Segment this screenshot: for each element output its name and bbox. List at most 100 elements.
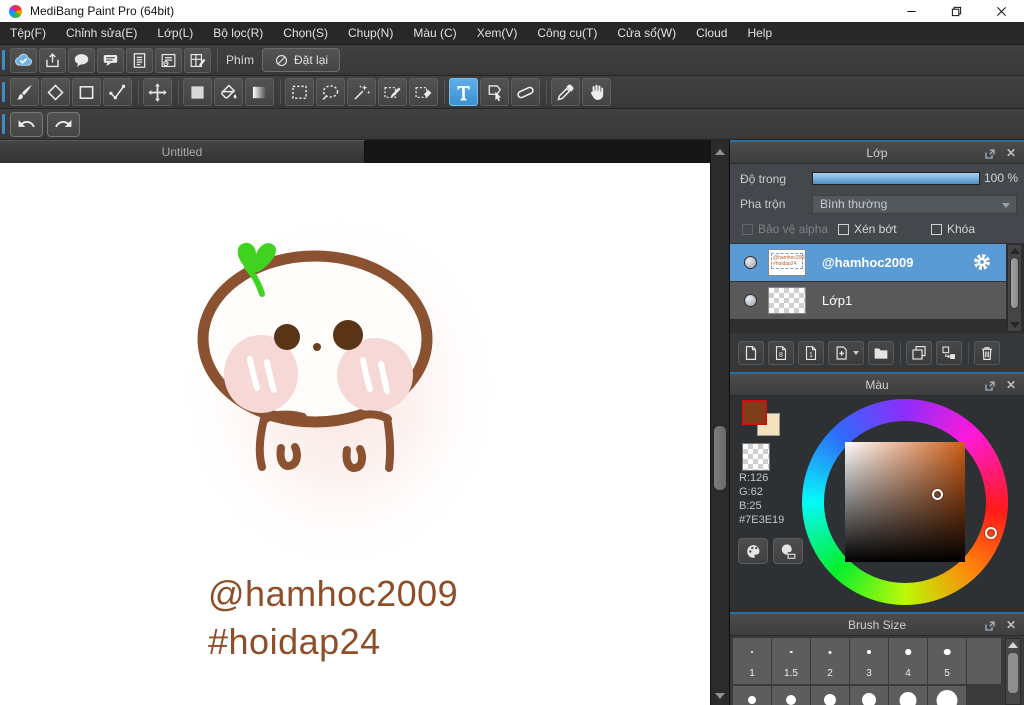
toolbar-grip[interactable] bbox=[2, 50, 5, 70]
undo-button[interactable] bbox=[10, 111, 43, 137]
publish-button[interactable] bbox=[39, 47, 66, 73]
select-lasso-tool[interactable] bbox=[316, 78, 345, 106]
scroll-down-icon[interactable] bbox=[715, 693, 725, 699]
opacity-slider[interactable] bbox=[812, 172, 980, 185]
menu-item-1[interactable]: Tệp(F) bbox=[0, 22, 56, 45]
canvas-vertical-scrollbar[interactable] bbox=[710, 140, 730, 705]
document-button[interactable] bbox=[126, 47, 153, 73]
object-select-tool[interactable] bbox=[480, 78, 509, 106]
scrollbar-thumb[interactable] bbox=[1010, 257, 1019, 309]
menu-item-7[interactable]: Màu (C) bbox=[403, 22, 466, 45]
brush-size-cell[interactable] bbox=[928, 686, 966, 705]
rectangle-tool[interactable] bbox=[72, 78, 101, 106]
saturation-value-square[interactable] bbox=[845, 442, 965, 562]
curve-tool[interactable] bbox=[103, 78, 132, 106]
layer-row[interactable]: Lớp1 bbox=[730, 282, 1006, 319]
transparent-color-swatch[interactable] bbox=[742, 443, 770, 471]
scroll-up-icon[interactable] bbox=[1010, 248, 1020, 254]
clipping-checkbox[interactable]: Xén bớt bbox=[838, 222, 897, 236]
magic-wand-tool[interactable] bbox=[347, 78, 376, 106]
popout-icon[interactable] bbox=[984, 147, 996, 159]
cloud-sync-button[interactable] bbox=[10, 47, 37, 73]
layer-settings-gear-icon[interactable] bbox=[972, 252, 992, 272]
brush-size-cell[interactable] bbox=[811, 686, 849, 705]
layer-visibility-dot[interactable] bbox=[744, 294, 757, 307]
restore-button[interactable] bbox=[934, 0, 979, 22]
delete-layer-button[interactable] bbox=[974, 341, 1000, 365]
move-tool[interactable] bbox=[143, 78, 172, 106]
toolbar-grip[interactable] bbox=[2, 114, 5, 134]
divide-tool[interactable] bbox=[511, 78, 540, 106]
close-panel-icon[interactable]: ✕ bbox=[1006, 374, 1016, 396]
comic-panel-button[interactable] bbox=[184, 47, 211, 73]
layer-1bit-button[interactable]: 1 bbox=[798, 341, 824, 365]
brush-size-cell[interactable]: 5 bbox=[928, 638, 966, 684]
document-tab[interactable]: Untitled bbox=[0, 140, 365, 163]
brush-size-cell[interactable] bbox=[772, 686, 810, 705]
menu-item-9[interactable]: Công cụ(T) bbox=[527, 22, 607, 45]
menu-item-8[interactable]: Xem(V) bbox=[467, 22, 528, 45]
brush-size-cell[interactable]: 2 bbox=[811, 638, 849, 684]
lock-checkbox[interactable]: Khóa bbox=[931, 222, 975, 236]
scroll-up-icon[interactable] bbox=[715, 149, 725, 155]
layer-list-scrollbar[interactable] bbox=[1007, 244, 1022, 332]
menu-item-3[interactable]: Lớp(L) bbox=[147, 22, 203, 45]
menu-item-10[interactable]: Cửa sổ(W) bbox=[607, 22, 686, 45]
reset-button[interactable]: Đặt lại bbox=[262, 48, 341, 72]
select-pen-tool[interactable] bbox=[378, 78, 407, 106]
brush-scrollbar[interactable] bbox=[1005, 638, 1021, 705]
layer-visibility-dot[interactable] bbox=[744, 256, 757, 269]
palette-button[interactable] bbox=[738, 538, 768, 564]
comment-round-button[interactable] bbox=[68, 47, 95, 73]
layer-row[interactable]: @hamhoc2009 #hoidap24 @hamhoc2009 bbox=[730, 244, 1006, 281]
hue-cursor[interactable] bbox=[985, 527, 997, 539]
menu-item-12[interactable]: Help bbox=[737, 22, 782, 45]
new-layer-button[interactable] bbox=[738, 341, 764, 365]
toolbar-grip[interactable] bbox=[2, 82, 5, 102]
menu-item-2[interactable]: Chỉnh sửa(E) bbox=[56, 22, 147, 45]
select-eraser-tool[interactable] bbox=[409, 78, 438, 106]
brush-size-cell[interactable]: 3 bbox=[850, 638, 888, 684]
scrollbar-thumb[interactable] bbox=[713, 425, 727, 491]
folder-button[interactable] bbox=[868, 341, 894, 365]
brush-size-cell[interactable]: 1 bbox=[733, 638, 771, 684]
close-panel-icon[interactable]: ✕ bbox=[1006, 142, 1016, 164]
brush-size-cell[interactable] bbox=[889, 686, 927, 705]
text-tool[interactable] bbox=[449, 78, 478, 106]
eyedropper-tool[interactable] bbox=[551, 78, 580, 106]
popout-icon[interactable] bbox=[984, 379, 996, 391]
brush-size-cell[interactable] bbox=[850, 686, 888, 705]
scroll-up-icon[interactable] bbox=[1008, 642, 1018, 648]
panel-list-button[interactable] bbox=[155, 47, 182, 73]
menu-item-11[interactable]: Cloud bbox=[686, 22, 737, 45]
menu-item-6[interactable]: Chụp(N) bbox=[338, 22, 403, 45]
hand-tool[interactable] bbox=[582, 78, 611, 106]
redo-button[interactable] bbox=[47, 111, 80, 137]
sv-cursor[interactable] bbox=[932, 489, 943, 500]
popout-icon[interactable] bbox=[984, 619, 996, 631]
scroll-down-icon[interactable] bbox=[1010, 322, 1020, 328]
close-button[interactable] bbox=[979, 0, 1024, 22]
brush-size-cell[interactable]: 4 bbox=[889, 638, 927, 684]
menu-item-5[interactable]: Chọn(S) bbox=[273, 22, 338, 45]
brush-size-cell[interactable]: 1.5 bbox=[772, 638, 810, 684]
duplicate-layer-button[interactable] bbox=[906, 341, 932, 365]
add-folder-button[interactable] bbox=[828, 341, 864, 365]
merge-layer-button[interactable] bbox=[936, 341, 962, 365]
eraser-tool[interactable] bbox=[41, 78, 70, 106]
brush-tool[interactable] bbox=[10, 78, 39, 106]
minimize-button[interactable] bbox=[889, 0, 934, 22]
foreground-color-swatch[interactable] bbox=[742, 400, 767, 425]
blend-mode-select[interactable]: Bình thường bbox=[812, 195, 1017, 214]
close-panel-icon[interactable]: ✕ bbox=[1006, 614, 1016, 636]
brush-size-cell[interactable] bbox=[733, 686, 771, 705]
gradient-tool[interactable] bbox=[245, 78, 274, 106]
bucket-tool[interactable] bbox=[214, 78, 243, 106]
comment-rect-button[interactable] bbox=[97, 47, 124, 73]
select-rect-tool[interactable] bbox=[285, 78, 314, 106]
scrollbar-thumb[interactable] bbox=[1008, 653, 1018, 693]
menu-item-4[interactable]: Bộ lọc(R) bbox=[203, 22, 273, 45]
canvas[interactable]: @hamhoc2009 #hoidap24 bbox=[0, 163, 710, 705]
fill-rect-tool[interactable] bbox=[183, 78, 212, 106]
layer-8bit-button[interactable]: 8 bbox=[768, 341, 794, 365]
